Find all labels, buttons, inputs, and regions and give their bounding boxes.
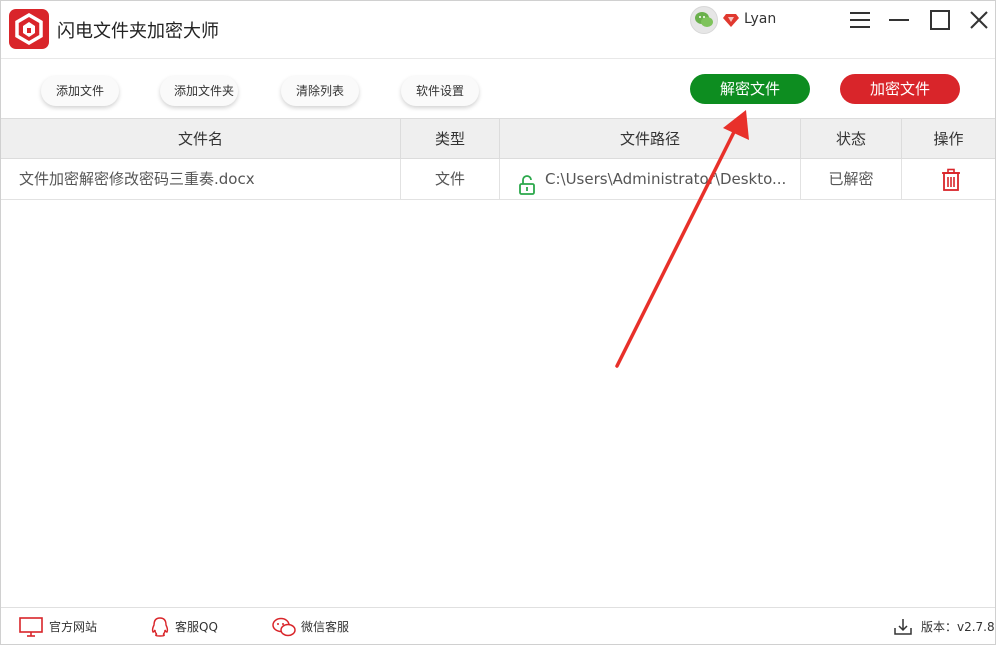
wechat-avatar[interactable]: [690, 6, 718, 34]
file-name-cell: 文件加密解密修改密码三重奏.docx: [1, 159, 401, 199]
column-header-action: 操作: [933, 130, 964, 148]
unlocked-icon: [518, 170, 536, 195]
add-file-button[interactable]: 添加文件: [41, 76, 119, 106]
version-info[interactable]: 版本：v2.7.8: [893, 617, 995, 637]
app-window: 闪电文件夹加密大师 Lyan 添加文件 添加文件夹 清除列表 软件设置 解密文件…: [0, 0, 996, 645]
column-header-filename[interactable]: 文件名: [1, 119, 401, 159]
wechat-support-link[interactable]: 微信客服: [271, 617, 371, 637]
file-status-cell: 已解密: [801, 159, 902, 199]
download-icon: [894, 619, 912, 635]
wechat-icon: [272, 617, 296, 637]
title-bar: 闪电文件夹加密大师 Lyan: [1, 1, 995, 58]
official-website-link[interactable]: 官方网站: [19, 617, 119, 637]
decrypt-file-button[interactable]: 解密文件: [690, 74, 810, 104]
table-header: 文件名 类型 文件路径 状态 操作: [1, 118, 995, 159]
toolbar: 添加文件 添加文件夹 清除列表 软件设置 解密文件 加密文件: [1, 58, 995, 118]
maximize-icon[interactable]: [927, 7, 953, 33]
monitor-icon: [19, 617, 43, 637]
column-header-type[interactable]: 类型: [401, 119, 500, 159]
close-icon[interactable]: [966, 7, 992, 33]
file-path-text: C:\Users\Administrator\Deskto...: [545, 170, 787, 188]
vip-diamond-icon: [723, 12, 739, 27]
settings-button[interactable]: 软件设置: [401, 76, 479, 106]
app-title: 闪电文件夹加密大师: [57, 21, 219, 42]
file-action-cell: [902, 159, 995, 199]
column-header-path[interactable]: 文件路径: [500, 119, 801, 159]
file-path-cell: C:\Users\Administrator\Deskto...: [500, 159, 801, 199]
official-website-label: 官方网站: [49, 620, 98, 634]
column-header-status[interactable]: 状态: [801, 119, 902, 159]
qq-icon: [151, 617, 169, 637]
add-folder-button[interactable]: 添加文件夹: [160, 76, 238, 106]
clear-list-button[interactable]: 清除列表: [281, 76, 359, 106]
version-label: 版本：v2.7.8: [921, 620, 995, 634]
table-row[interactable]: 文件加密解密修改密码三重奏.docx 文件 C:\Users\Administr…: [1, 159, 995, 200]
support-qq-link[interactable]: 客服QQ: [151, 617, 251, 637]
minimize-icon[interactable]: [886, 7, 912, 33]
wechat-support-label: 微信客服: [301, 620, 350, 634]
delete-icon[interactable]: [940, 167, 962, 191]
support-qq-label: 客服QQ: [175, 620, 218, 634]
file-type-cell: 文件: [401, 159, 500, 199]
menu-icon[interactable]: [847, 7, 873, 33]
encrypt-file-button[interactable]: 加密文件: [840, 74, 960, 104]
app-logo-icon: [9, 9, 49, 49]
status-bar: 官方网站 客服QQ 微信客服 版本：v2.7.8: [1, 607, 995, 644]
username[interactable]: Lyan: [744, 11, 776, 27]
